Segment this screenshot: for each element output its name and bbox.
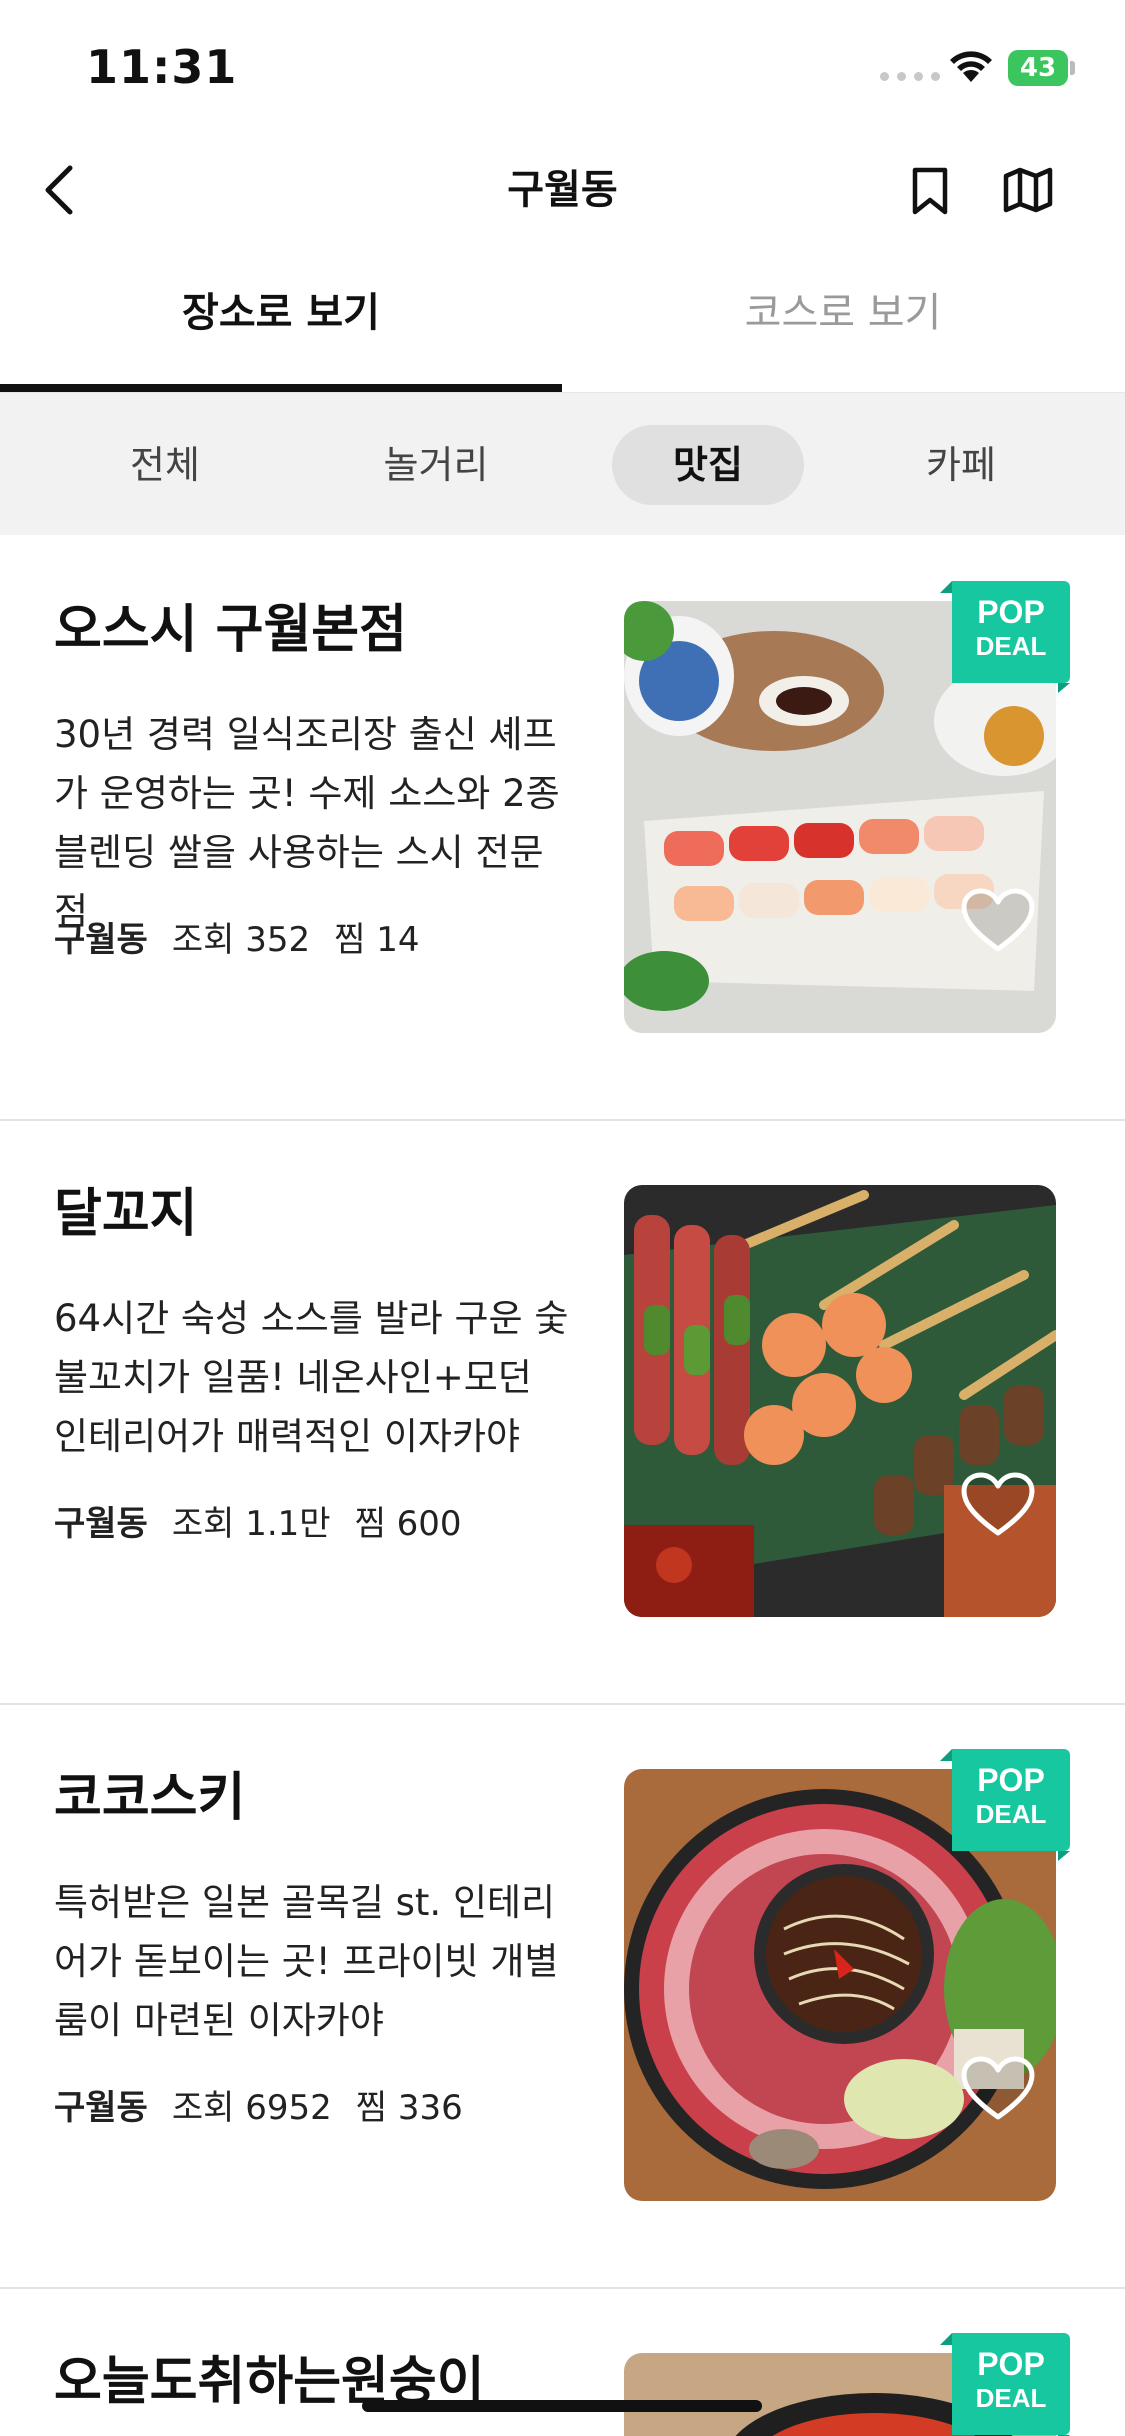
cellular-signal-icon [880,72,940,81]
list-item[interactable]: 오스시 구월본점 30년 경력 일식조리장 출신 셰프가 운영하는 곳! 수제 … [0,535,1125,1121]
badge-line2: DEAL [975,1799,1047,1829]
place-location: 구월동 [54,1504,148,1544]
place-name: 오스시 구월본점 [54,600,407,660]
place-views: 조회 352 [171,920,311,960]
active-tab-indicator [0,384,562,392]
home-indicator [362,2400,762,2412]
heart-icon[interactable] [960,887,1036,955]
list-item[interactable]: 오늘도취하는원숭이 POP DEAL [0,2287,1125,2436]
badge-line2: DEAL [975,631,1047,661]
status-bar: 11:31 43 [0,0,1125,130]
place-views: 조회 6952 [171,2088,332,2128]
pop-deal-badge: POP DEAL [940,2333,1070,2436]
place-location: 구월동 [54,2088,148,2128]
tab-place-view[interactable]: 장소로 보기 [0,250,562,392]
pop-deal-badge: POP DEAL [940,581,1070,693]
category-cafe[interactable]: 카페 [896,425,1026,505]
map-icon[interactable] [1000,158,1056,222]
category-tabs: 전체 놀거리 맛집 카페 [0,393,1125,535]
place-meta: 구월동 조회 6952 찜 336 [54,2083,463,2133]
place-likes: 찜 600 [354,1504,462,1544]
place-meta: 구월동 조회 1.1만 찜 600 [54,1499,462,1549]
badge-line1: POP [977,1762,1045,1798]
list-item[interactable]: 달꼬지 64시간 숙성 소스를 발라 구운 숯불꼬치가 일품! 네온사인+모던 … [0,1119,1125,1705]
category-activities[interactable]: 놀거리 [366,425,506,505]
badge-line2: DEAL [975,2383,1047,2413]
category-restaurants[interactable]: 맛집 [612,425,804,505]
category-all[interactable]: 전체 [100,425,230,505]
place-description: 64시간 숙성 소스를 발라 구운 숯불꼬치가 일품! 네온사인+모던 인테리어… [54,1297,569,1458]
place-views: 조회 1.1만 [171,1504,331,1544]
pop-deal-badge: POP DEAL [940,1749,1070,1861]
nav-bar: 구월동 [0,130,1125,250]
place-name: 코코스키 [54,1768,246,1828]
battery-icon: 43 [1008,50,1075,86]
place-description: 특허받은 일본 골목길 st. 인테리어가 돋보이는 곳! 프라이빗 개별룸이 … [54,1881,559,2042]
badge-line1: POP [977,594,1045,630]
view-tabs: 장소로 보기 코스로 보기 [0,250,1125,394]
place-name: 달꼬지 [54,1184,198,1244]
bookmark-icon[interactable] [905,158,955,222]
place-description: 30년 경력 일식조리장 출신 셰프가 운영하는 곳! 수제 소스와 2종 블렌… [54,713,560,933]
heart-icon[interactable] [960,2055,1036,2123]
place-location: 구월동 [54,920,148,960]
status-time: 11:31 [86,40,238,94]
tab-course-view[interactable]: 코스로 보기 [562,250,1124,392]
battery-level: 43 [1019,53,1057,83]
heart-icon[interactable] [960,1471,1036,1539]
list-item[interactable]: 코코스키 특허받은 일본 골목길 st. 인테리어가 돋보이는 곳! 프라이빗 … [0,1703,1125,2289]
badge-line1: POP [977,2346,1045,2382]
page-title: 구월동 [507,167,618,213]
place-thumbnail[interactable] [624,1185,1056,1617]
place-likes: 찜 336 [355,2088,463,2128]
wifi-icon [950,51,992,82]
place-meta: 구월동 조회 352 찜 14 [54,915,419,965]
place-likes: 찜 14 [334,920,420,960]
